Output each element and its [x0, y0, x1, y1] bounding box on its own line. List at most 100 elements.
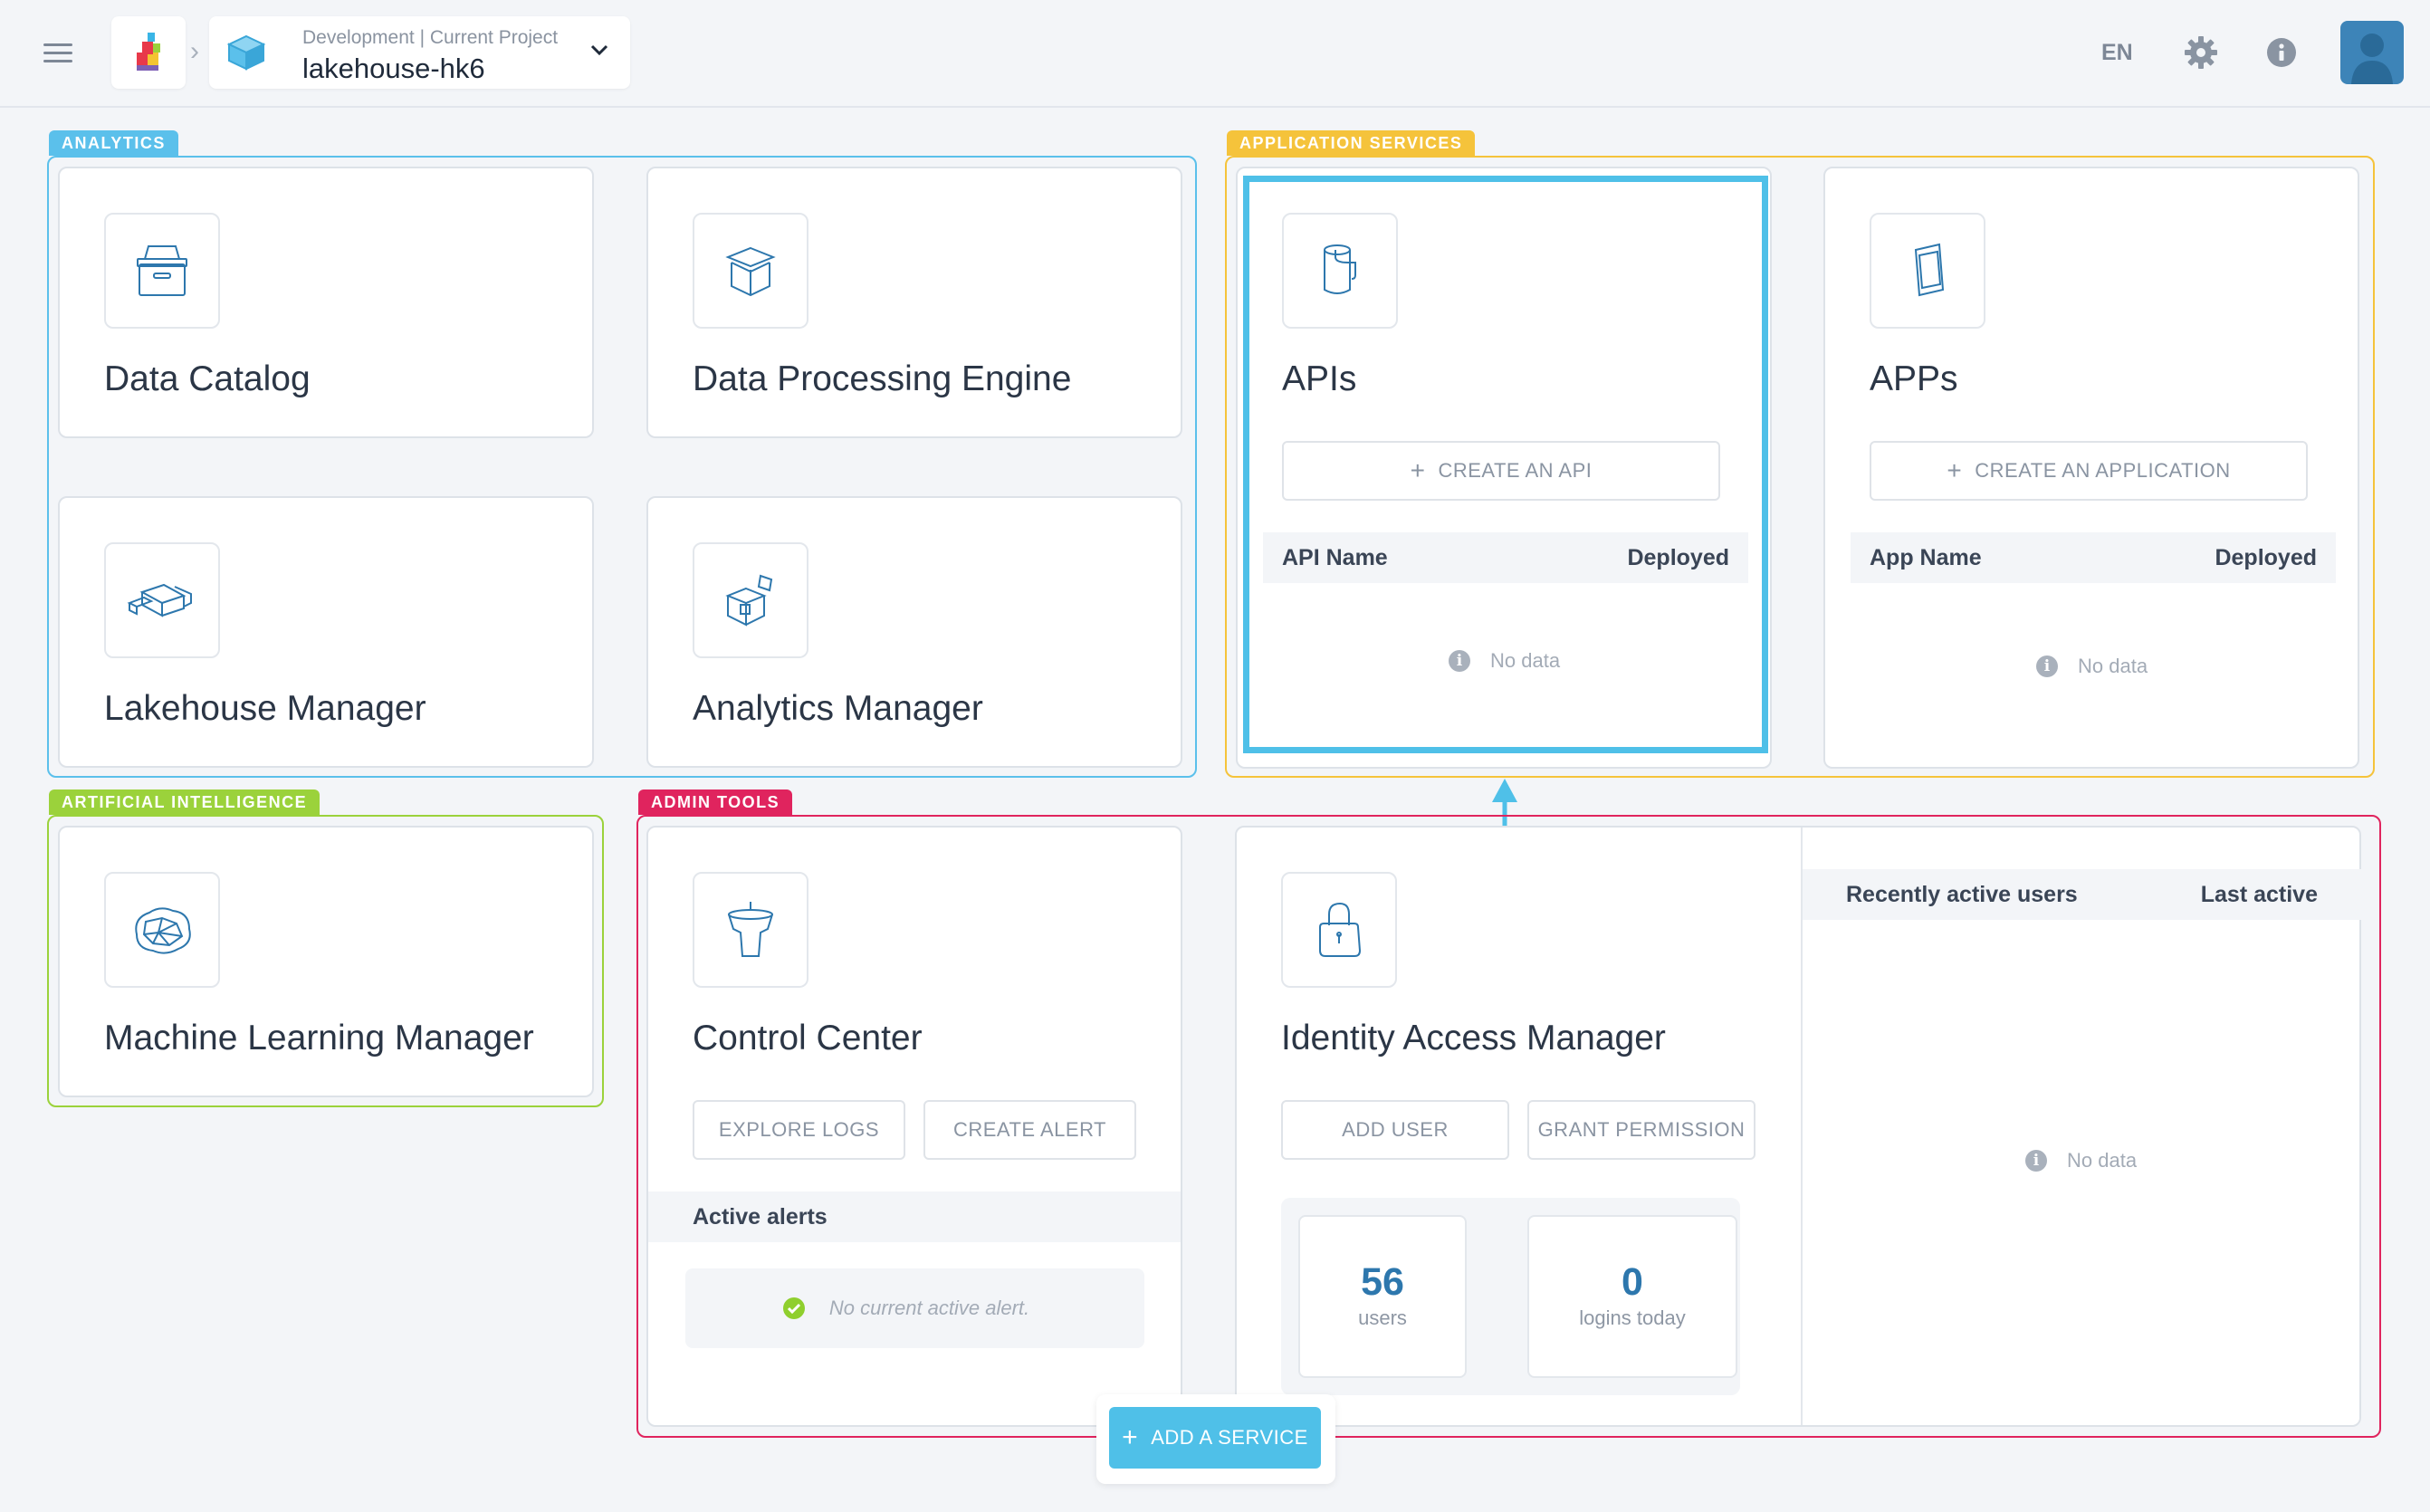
- project-name: lakehouse-hk6: [302, 53, 485, 84]
- check-circle-icon: [782, 1297, 805, 1319]
- data-catalog-card[interactable]: Data Catalog: [58, 167, 594, 438]
- no-alert-box: No current active alert.: [685, 1268, 1144, 1348]
- info-icon: i: [2025, 1150, 2047, 1172]
- apps-icon-box: [1870, 213, 1985, 329]
- user-avatar-icon: [2351, 33, 2393, 84]
- api-deployed-column-header: Deployed: [1627, 544, 1729, 570]
- explore-logs-label: EXPLORE LOGS: [718, 1118, 880, 1141]
- data-catalog-icon-box: [104, 213, 220, 329]
- app-logo[interactable]: [111, 16, 186, 89]
- control-center-card: Control Center EXPLORE LOGS CREATE ALERT…: [646, 826, 1182, 1427]
- project-cube-icon: [226, 34, 266, 71]
- apis-empty-text: No data: [1490, 649, 1561, 672]
- archive-box-icon: [137, 245, 187, 296]
- lakehouse-icon-box: [104, 542, 220, 658]
- app-deployed-column-header: Deployed: [2215, 544, 2317, 570]
- grant-permission-button[interactable]: GRANT PERMISSION: [1527, 1100, 1756, 1160]
- recent-users-header: Recently active users Last active: [1803, 869, 2361, 920]
- iam-stats-panel: 56 users 0 logins today: [1281, 1198, 1740, 1395]
- create-api-button[interactable]: + CREATE AN API: [1282, 441, 1720, 501]
- logins-label: logins today: [1579, 1306, 1686, 1329]
- apis-icon-box: [1282, 213, 1398, 329]
- plus-icon: +: [1410, 456, 1426, 484]
- application-services-group-label: APPLICATION SERVICES: [1227, 130, 1476, 156]
- add-service-label: ADD A SERVICE: [1151, 1426, 1308, 1449]
- lakehouse-manager-card[interactable]: Lakehouse Manager: [58, 496, 594, 768]
- add-user-label: ADD USER: [1342, 1118, 1449, 1141]
- apis-card: APIs + CREATE AN API API Name Deployed i…: [1236, 167, 1772, 769]
- ml-manager-title: Machine Learning Manager: [104, 1019, 534, 1057]
- project-selector[interactable]: Development | Current Project lakehouse-…: [209, 16, 630, 89]
- data-catalog-title: Data Catalog: [104, 359, 311, 398]
- users-stat: 56 users: [1298, 1215, 1467, 1378]
- api-cylinder-icon: [1324, 244, 1356, 294]
- add-user-button[interactable]: ADD USER: [1281, 1100, 1509, 1160]
- mobile-app-icon: [1914, 243, 1945, 297]
- plus-icon: +: [1122, 1422, 1139, 1452]
- create-alert-button[interactable]: CREATE ALERT: [923, 1100, 1136, 1160]
- explore-logs-button[interactable]: EXPLORE LOGS: [693, 1100, 905, 1160]
- user-avatar[interactable]: [2340, 21, 2404, 84]
- apps-table-header: App Name Deployed: [1851, 532, 2336, 583]
- apis-title: APIs: [1282, 359, 1357, 398]
- artificial-intelligence-group-label: ARTIFICIAL INTELLIGENCE: [49, 789, 320, 815]
- recent-users-column-header: Recently active users: [1846, 881, 2078, 907]
- active-alerts-header-label: Active alerts: [693, 1203, 828, 1230]
- users-count: 56: [1361, 1260, 1404, 1304]
- info-icon[interactable]: [2266, 37, 2297, 68]
- apps-empty-text: No data: [2078, 655, 2148, 677]
- breadcrumb-separator: ›: [190, 36, 199, 66]
- recent-users-empty-state: i No data: [2025, 1149, 2137, 1172]
- apps-card: APPs + CREATE AN APPLICATION App Name De…: [1823, 167, 2359, 769]
- apis-table-header: API Name Deployed: [1263, 532, 1748, 583]
- menu-icon[interactable]: [43, 43, 72, 63]
- analytics-manager-title: Analytics Manager: [693, 689, 983, 728]
- control-center-title: Control Center: [693, 1019, 923, 1057]
- add-service-container: + ADD A SERVICE: [1096, 1394, 1335, 1484]
- identity-access-manager-card: Identity Access Manager ADD USER GRANT P…: [1235, 826, 2361, 1427]
- analytics-group-label: ANALYTICS: [49, 130, 178, 156]
- data-processing-icon-box: [693, 213, 808, 329]
- grant-permission-label: GRANT PERMISSION: [1537, 1118, 1746, 1141]
- layers-icon: [127, 583, 192, 617]
- cube-analytics-icon: [725, 574, 773, 627]
- iam-icon-box: [1281, 872, 1397, 988]
- lakehouse-manager-title: Lakehouse Manager: [104, 689, 426, 728]
- apps-title: APPs: [1870, 359, 1958, 398]
- info-icon: i: [2036, 656, 2058, 677]
- api-name-column-header: API Name: [1282, 544, 1388, 570]
- ml-icon-box: [104, 872, 220, 988]
- users-label: users: [1358, 1306, 1407, 1329]
- recent-users-empty-text: No data: [2067, 1149, 2138, 1172]
- app-name-column-header: App Name: [1870, 544, 1982, 570]
- create-application-button[interactable]: + CREATE AN APPLICATION: [1870, 441, 2308, 501]
- analytics-manager-card[interactable]: Analytics Manager: [646, 496, 1182, 768]
- iam-title: Identity Access Manager: [1281, 1019, 1666, 1057]
- analytics-manager-icon-box: [693, 542, 808, 658]
- create-api-button-label: CREATE AN API: [1438, 459, 1593, 482]
- apps-empty-state: i No data: [2036, 655, 2148, 678]
- chevron-down-icon: [590, 44, 608, 56]
- info-icon: i: [1449, 650, 1470, 672]
- logins-stat: 0 logins today: [1527, 1215, 1737, 1378]
- gear-icon[interactable]: [2184, 35, 2218, 70]
- language-selector[interactable]: EN: [2101, 40, 2133, 66]
- active-alerts-header: Active alerts: [648, 1191, 1181, 1242]
- create-alert-label: CREATE ALERT: [952, 1118, 1106, 1141]
- plus-icon: +: [1947, 456, 1963, 484]
- add-service-button[interactable]: + ADD A SERVICE: [1109, 1407, 1321, 1469]
- data-processing-engine-title: Data Processing Engine: [693, 359, 1072, 398]
- app-logo-icon: [137, 33, 160, 71]
- last-active-column-header: Last active: [2200, 881, 2318, 907]
- logins-count: 0: [1622, 1260, 1643, 1304]
- project-breadcrumb: Development | Current Project: [302, 27, 559, 48]
- brain-icon: [135, 907, 191, 954]
- admin-tools-group-label: ADMIN TOOLS: [638, 789, 793, 815]
- top-bar: › Development | Current Project lakehous…: [0, 0, 2430, 108]
- apis-empty-state: i No data: [1449, 649, 1560, 673]
- create-application-button-label: CREATE AN APPLICATION: [1975, 459, 2231, 482]
- control-center-icon-box: [693, 872, 808, 988]
- data-processing-engine-card[interactable]: Data Processing Engine: [646, 167, 1182, 438]
- padlock-icon: [1319, 902, 1362, 957]
- machine-learning-manager-card[interactable]: Machine Learning Manager: [58, 826, 594, 1097]
